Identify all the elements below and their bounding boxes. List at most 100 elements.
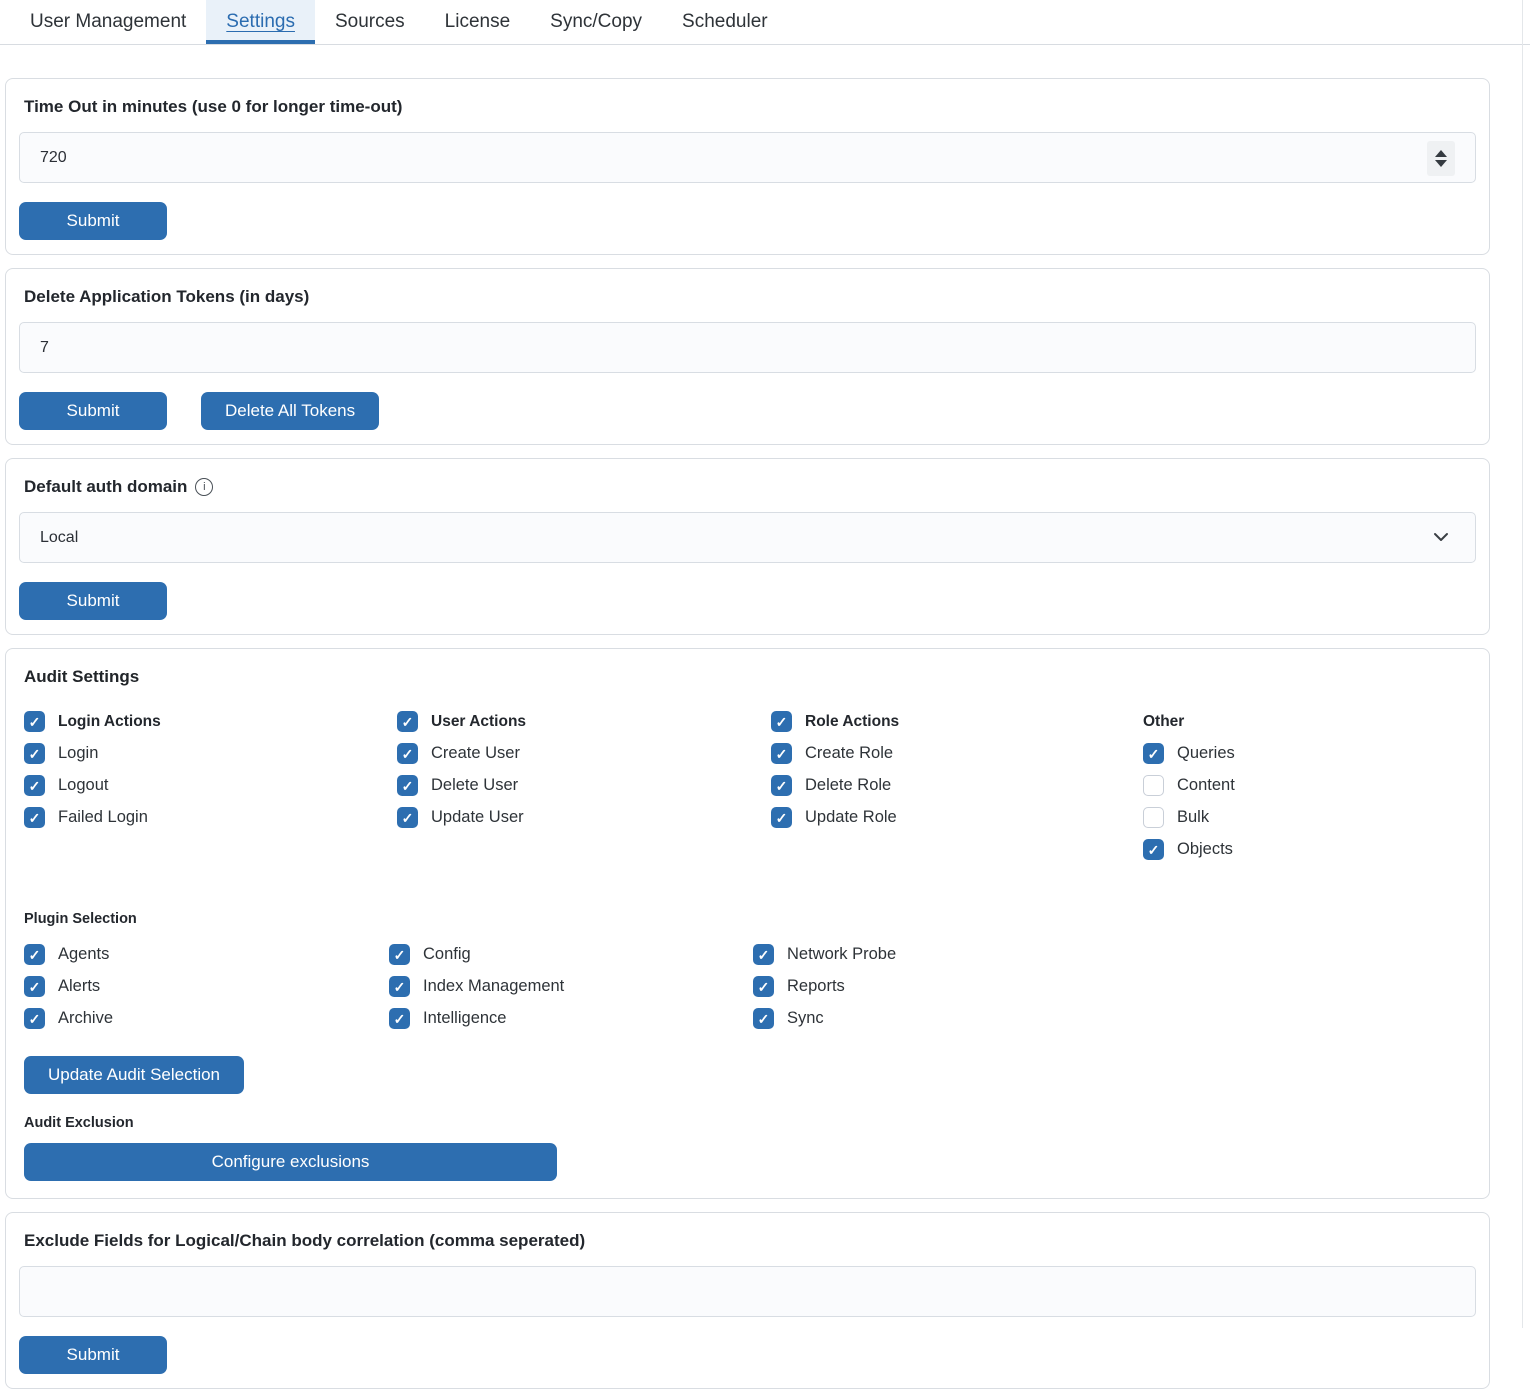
checkbox-row: Role Actions bbox=[771, 711, 1143, 732]
timeout-input[interactable] bbox=[20, 133, 1475, 182]
other-header: Other bbox=[1143, 711, 1476, 732]
timeout-submit-button[interactable]: Submit bbox=[19, 202, 167, 240]
checkbox-label: Sync bbox=[787, 1009, 824, 1028]
checkbox-label: Login bbox=[58, 744, 98, 763]
checkbox-row: Logout bbox=[24, 775, 397, 796]
group-header-label: Login Actions bbox=[58, 713, 161, 731]
delete-role-checkbox[interactable] bbox=[771, 775, 792, 796]
update-user-checkbox[interactable] bbox=[397, 807, 418, 828]
checkbox-row: Login Actions bbox=[24, 711, 397, 732]
sync-checkbox[interactable] bbox=[753, 1008, 774, 1029]
auth-domain-title: Default auth domain i bbox=[24, 477, 1476, 497]
login-checkbox[interactable] bbox=[24, 743, 45, 764]
checkbox-row: Delete Role bbox=[771, 775, 1143, 796]
tokens-title: Delete Application Tokens (in days) bbox=[24, 287, 1476, 307]
tokens-submit-button[interactable]: Submit bbox=[19, 392, 167, 430]
tab-scheduler[interactable]: Scheduler bbox=[662, 0, 788, 44]
auth-domain-selected-value: Local bbox=[20, 529, 78, 547]
checkbox-row: Create Role bbox=[771, 743, 1143, 764]
objects-checkbox[interactable] bbox=[1143, 839, 1164, 860]
queries-checkbox[interactable] bbox=[1143, 743, 1164, 764]
tab-user-management[interactable]: User Management bbox=[10, 0, 206, 44]
checkbox-label: Create Role bbox=[805, 744, 893, 763]
auth-domain-select[interactable]: Local bbox=[19, 512, 1476, 563]
tab-license[interactable]: License bbox=[425, 0, 531, 44]
timeout-title: Time Out in minutes (use 0 for longer ti… bbox=[24, 97, 1476, 117]
exclude-fields-input[interactable] bbox=[20, 1267, 1475, 1316]
audit-settings-card: Audit Settings Login Actions Login Logou… bbox=[5, 648, 1490, 1199]
number-spinner[interactable] bbox=[1427, 141, 1455, 176]
alerts-checkbox[interactable] bbox=[24, 976, 45, 997]
timeout-card: Time Out in minutes (use 0 for longer ti… bbox=[5, 78, 1490, 255]
role-actions-column: Role Actions Create Role Delete Role Upd… bbox=[771, 711, 1143, 860]
checkbox-row: Update Role bbox=[771, 807, 1143, 828]
checkbox-label: Delete Role bbox=[805, 776, 891, 795]
tab-sync-copy[interactable]: Sync/Copy bbox=[530, 0, 662, 44]
intelligence-checkbox[interactable] bbox=[389, 1008, 410, 1029]
exclude-fields-input-wrap bbox=[19, 1266, 1476, 1317]
checkbox-row: Sync bbox=[753, 1008, 1476, 1029]
checkbox-row: Queries bbox=[1143, 743, 1476, 764]
checkbox-label: Queries bbox=[1177, 744, 1235, 763]
reports-checkbox[interactable] bbox=[753, 976, 774, 997]
checkbox-row: Index Management bbox=[389, 976, 753, 997]
update-role-checkbox[interactable] bbox=[771, 807, 792, 828]
plugin-selection-grid: Agents Alerts Archive Config I bbox=[24, 944, 1476, 1029]
plugin-column-2: Config Index Management Intelligence bbox=[389, 944, 753, 1029]
group-header-label: Role Actions bbox=[805, 713, 899, 731]
agents-checkbox[interactable] bbox=[24, 944, 45, 965]
checkbox-row: Bulk bbox=[1143, 807, 1476, 828]
checkbox-label: Index Management bbox=[423, 977, 564, 996]
spinner-up-icon[interactable] bbox=[1435, 150, 1447, 157]
timeout-input-wrap bbox=[19, 132, 1476, 183]
update-audit-selection-button[interactable]: Update Audit Selection bbox=[24, 1056, 244, 1094]
checkbox-label: Failed Login bbox=[58, 808, 148, 827]
plugin-column-1: Agents Alerts Archive bbox=[24, 944, 389, 1029]
login-actions-checkbox[interactable] bbox=[24, 711, 45, 732]
delete-user-checkbox[interactable] bbox=[397, 775, 418, 796]
checkbox-row: Update User bbox=[397, 807, 771, 828]
checkbox-label: Content bbox=[1177, 776, 1235, 795]
info-icon[interactable]: i bbox=[195, 478, 213, 496]
checkbox-label: Config bbox=[423, 945, 471, 964]
auth-domain-card: Default auth domain i Local Submit bbox=[5, 458, 1490, 635]
tab-sources[interactable]: Sources bbox=[315, 0, 425, 44]
checkbox-row: Config bbox=[389, 944, 753, 965]
create-role-checkbox[interactable] bbox=[771, 743, 792, 764]
bulk-checkbox[interactable] bbox=[1143, 807, 1164, 828]
network-probe-checkbox[interactable] bbox=[753, 944, 774, 965]
create-user-checkbox[interactable] bbox=[397, 743, 418, 764]
user-actions-checkbox[interactable] bbox=[397, 711, 418, 732]
role-actions-checkbox[interactable] bbox=[771, 711, 792, 732]
archive-checkbox[interactable] bbox=[24, 1008, 45, 1029]
configure-exclusions-button[interactable]: Configure exclusions bbox=[24, 1143, 557, 1181]
auth-domain-submit-button[interactable]: Submit bbox=[19, 582, 167, 620]
checkbox-row: Alerts bbox=[24, 976, 389, 997]
checkbox-row: Failed Login bbox=[24, 807, 397, 828]
checkbox-label: Logout bbox=[58, 776, 108, 795]
failed-login-checkbox[interactable] bbox=[24, 807, 45, 828]
config-checkbox[interactable] bbox=[389, 944, 410, 965]
checkbox-row: Agents bbox=[24, 944, 389, 965]
tokens-input[interactable] bbox=[20, 323, 1475, 372]
checkbox-label: Reports bbox=[787, 977, 845, 996]
exclude-fields-submit-button[interactable]: Submit bbox=[19, 1336, 167, 1374]
delete-all-tokens-button[interactable]: Delete All Tokens bbox=[201, 392, 379, 430]
logout-checkbox[interactable] bbox=[24, 775, 45, 796]
tab-settings[interactable]: Settings bbox=[206, 0, 315, 44]
checkbox-label: Intelligence bbox=[423, 1009, 506, 1028]
checkbox-label: Update Role bbox=[805, 808, 897, 827]
checkbox-row: User Actions bbox=[397, 711, 771, 732]
checkbox-row: Delete User bbox=[397, 775, 771, 796]
exclude-fields-card: Exclude Fields for Logical/Chain body co… bbox=[5, 1212, 1490, 1389]
checkbox-label: Bulk bbox=[1177, 808, 1209, 827]
exclude-fields-title: Exclude Fields for Logical/Chain body co… bbox=[24, 1231, 1476, 1251]
checkbox-row: Objects bbox=[1143, 839, 1476, 860]
audit-settings-title: Audit Settings bbox=[24, 667, 1476, 687]
spinner-down-icon[interactable] bbox=[1435, 160, 1447, 167]
content-checkbox[interactable] bbox=[1143, 775, 1164, 796]
checkbox-row: Create User bbox=[397, 743, 771, 764]
plugin-column-3: Network Probe Reports Sync bbox=[753, 944, 1476, 1029]
checkbox-label: Update User bbox=[431, 808, 524, 827]
index-management-checkbox[interactable] bbox=[389, 976, 410, 997]
